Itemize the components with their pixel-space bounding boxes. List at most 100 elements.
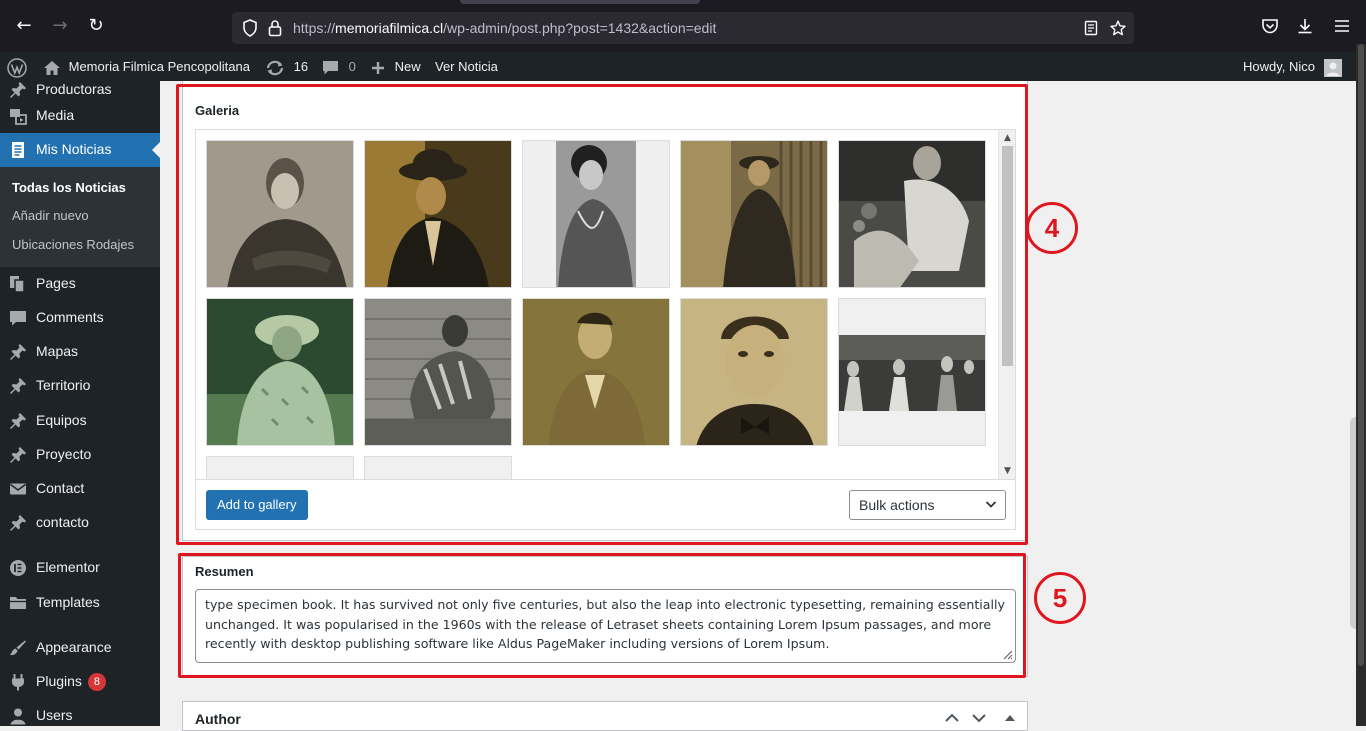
- menu-label: Contact: [36, 480, 85, 496]
- toggle-panel-icon[interactable]: [1003, 712, 1017, 724]
- view-post-label: Ver Noticia: [435, 59, 498, 74]
- new-content-link[interactable]: New: [371, 52, 421, 81]
- pin-icon: [10, 82, 26, 98]
- submenu-item-all[interactable]: Todas los Noticias: [12, 180, 126, 195]
- pin-icon: [10, 413, 26, 429]
- submenu-item-add-new[interactable]: Añadir nuevo: [12, 208, 89, 223]
- menu-item-appearance[interactable]: Appearance: [0, 631, 160, 665]
- url-path: /wp-admin/post.php?post=1432&action=edit: [443, 20, 717, 36]
- home-icon: [44, 60, 60, 75]
- pin-icon: [10, 378, 26, 394]
- bookmark-star-icon[interactable]: [1110, 20, 1126, 36]
- menu-item-users[interactable]: Users: [0, 699, 160, 726]
- plugins-label: Plugins: [36, 673, 82, 689]
- menu-item-templates[interactable]: Templates: [0, 586, 160, 620]
- annotation-number-5: 5: [1034, 572, 1086, 624]
- folder-icon: [10, 597, 26, 609]
- comments-link[interactable]: 0: [322, 52, 356, 81]
- menu-item-contacto[interactable]: contacto: [0, 506, 160, 540]
- author-postbox: [182, 701, 1028, 731]
- view-post-link[interactable]: Ver Noticia: [435, 52, 498, 81]
- menu-label: Plugins 8: [36, 673, 106, 691]
- menu-label: Proyecto: [36, 446, 92, 462]
- pin-icon: [10, 344, 26, 360]
- menu-label: Comments: [36, 309, 104, 325]
- new-label: New: [394, 59, 421, 74]
- submenu-item-locations[interactable]: Ubicaciones Rodajes: [12, 237, 134, 252]
- menu-item-comments[interactable]: Comments: [0, 301, 160, 335]
- pin-icon: [10, 515, 26, 531]
- hamburger-menu-icon[interactable]: [1333, 17, 1351, 35]
- menu-item-media[interactable]: Media: [0, 99, 160, 133]
- menu-item-mis-noticias[interactable]: Mis Noticias: [0, 133, 160, 167]
- menu-item-mapas[interactable]: Mapas: [0, 335, 160, 369]
- reader-view-icon[interactable]: [1083, 20, 1099, 36]
- menu-label: Pages: [36, 275, 76, 291]
- wordpress-logo-icon[interactable]: [7, 52, 27, 81]
- annotation-number-4: 4: [1026, 202, 1078, 254]
- menu-label: Users: [36, 707, 73, 723]
- menu-label: Mapas: [36, 343, 79, 359]
- move-down-icon[interactable]: [971, 712, 987, 724]
- menu-label: contacto: [36, 514, 89, 530]
- browser-toolbar: ← → ↻ https://memoriafilmica.cl/wp-admin…: [0, 0, 1366, 52]
- media-icon: [10, 109, 27, 125]
- lock-icon[interactable]: [268, 19, 282, 37]
- active-tab-indicator[interactable]: [460, 0, 700, 4]
- download-icon[interactable]: [1296, 17, 1314, 35]
- pin-icon: [10, 447, 26, 463]
- window-scrollbar[interactable]: [1356, 44, 1366, 726]
- address-bar[interactable]: https://memoriafilmica.cl/wp-admin/post.…: [232, 12, 1134, 44]
- post-icon: [12, 142, 24, 158]
- submenu: Todas los Noticias Añadir nuevo Ubicacio…: [0, 167, 160, 267]
- reload-icon[interactable]: ↻: [85, 15, 107, 37]
- my-account-link[interactable]: Howdy, Nico: [1243, 52, 1342, 81]
- plugin-icon: [12, 674, 24, 691]
- menu-label: Productoras: [36, 81, 112, 97]
- url-scheme: https://: [293, 20, 336, 36]
- move-up-icon[interactable]: [944, 712, 960, 724]
- menu-item-equipos[interactable]: Equipos: [0, 404, 160, 438]
- avatar: [1323, 58, 1342, 77]
- menu-label: Media: [36, 107, 75, 123]
- annotation-frame-resumen: [178, 553, 1026, 678]
- plugins-update-badge: 8: [87, 673, 106, 691]
- wp-admin-bar: Memoria Filmica Pencopolitana 16 0 New V…: [0, 52, 1356, 81]
- menu-item-contact[interactable]: Contact: [0, 472, 160, 506]
- menu-label: Mis Noticias: [36, 141, 112, 157]
- menu-item-pages[interactable]: Pages: [0, 267, 160, 301]
- menu-item-territorio[interactable]: Territorio: [0, 369, 160, 403]
- menu-item-proyecto[interactable]: Proyecto: [0, 438, 160, 472]
- url-text[interactable]: https://memoriafilmica.cl/wp-admin/post.…: [293, 20, 716, 36]
- forward-arrow-icon[interactable]: →: [49, 15, 71, 37]
- annotation-frame-gallery: [176, 84, 1028, 545]
- site-name-label: Memoria Filmica Pencopolitana: [68, 59, 250, 74]
- menu-label: Equipos: [36, 412, 87, 428]
- updates-link[interactable]: 16: [265, 52, 308, 81]
- mail-icon: [10, 483, 26, 495]
- window-scroll-thumb[interactable]: [1358, 44, 1364, 666]
- menu-label: Templates: [36, 594, 100, 610]
- howdy-label: Howdy, Nico: [1243, 59, 1316, 74]
- user-icon: [10, 708, 26, 725]
- comments-count: 0: [348, 59, 356, 74]
- comments-icon: [10, 311, 26, 326]
- shield-icon[interactable]: [242, 19, 258, 37]
- author-title: Author: [195, 711, 241, 727]
- brush-icon: [10, 640, 26, 656]
- pages-icon: [10, 276, 25, 293]
- menu-item-elementor[interactable]: Elementor: [0, 551, 160, 585]
- pocket-icon[interactable]: [1261, 17, 1279, 35]
- comment-bubble-icon: [323, 60, 338, 75]
- plus-icon: [372, 61, 384, 74]
- menu-label: Appearance: [36, 639, 112, 655]
- back-arrow-icon[interactable]: ←: [13, 15, 35, 37]
- menu-label: Elementor: [36, 559, 100, 575]
- url-domain: memoriafilmica.cl: [335, 20, 444, 36]
- updates-icon: [266, 60, 284, 75]
- updates-count: 16: [293, 59, 309, 74]
- menu-label: Territorio: [36, 377, 91, 393]
- site-name-link[interactable]: Memoria Filmica Pencopolitana: [43, 52, 250, 81]
- menu-item-plugins[interactable]: Plugins 8: [0, 665, 160, 699]
- elementor-icon: [10, 560, 26, 576]
